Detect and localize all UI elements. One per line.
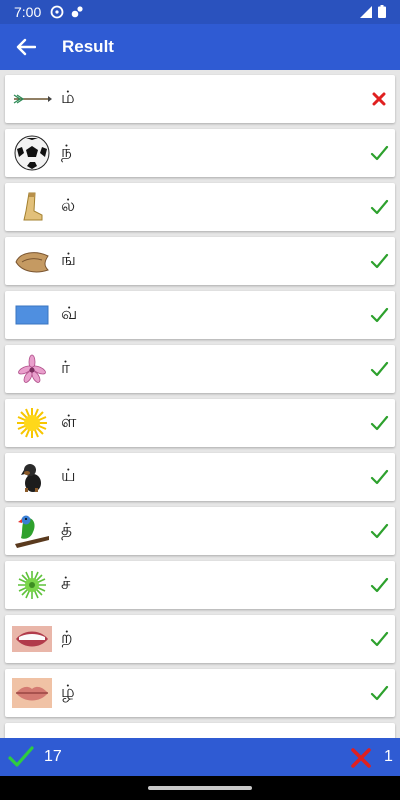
list-item: ழ் <box>5 669 395 717</box>
check-icon <box>370 523 389 539</box>
lips-icon <box>12 675 52 711</box>
letter-label: ற் <box>61 628 73 648</box>
home-gesture-handle[interactable] <box>148 786 252 790</box>
parrot-icon <box>12 513 52 549</box>
back-button[interactable] <box>12 34 40 60</box>
blue-rectangle-icon <box>12 297 52 333</box>
dog-icon <box>12 459 52 495</box>
check-icon <box>370 361 389 377</box>
list-item: ச் <box>5 561 395 609</box>
letter-label: ச் <box>61 574 71 594</box>
check-icon <box>370 307 389 323</box>
score-bar: 17 1 <box>0 738 400 776</box>
check-icon <box>8 746 34 767</box>
sun-icon <box>12 405 52 441</box>
wrong-count: 1 <box>384 748 393 765</box>
check-icon <box>370 415 389 431</box>
chat-icon <box>50 5 64 19</box>
teeth-icon <box>12 621 52 657</box>
list-item: த் <box>5 507 395 555</box>
check-icon <box>370 199 389 215</box>
lily-flower-icon <box>12 351 52 387</box>
system-nav-bar <box>0 776 400 800</box>
list-item: ற் <box>5 615 395 663</box>
cross-icon <box>351 748 371 768</box>
letter-label: ழ் <box>61 682 75 702</box>
letter-label: ந் <box>61 142 72 162</box>
arrow-icon <box>12 81 52 117</box>
list-item: ய் <box>5 453 395 501</box>
status-notification-icons <box>50 5 84 19</box>
letter-label: வ் <box>61 304 78 324</box>
page-title: Result <box>62 37 114 56</box>
correct-count: 17 <box>44 748 62 765</box>
list-item: ங் <box>5 237 395 285</box>
result-list[interactable]: ம் ந் ல் ங் வ் ர் ள் ய் த் ச் ற் ழ் <box>0 70 400 738</box>
letter-label: ர் <box>61 358 70 378</box>
list-item: ள் <box>5 399 395 447</box>
status-time: 7:00 <box>14 4 42 20</box>
check-icon <box>370 145 389 161</box>
status-bar: 7:00 <box>0 0 400 24</box>
list-item: ந் <box>5 129 395 177</box>
list-item: ம் <box>5 75 395 123</box>
check-icon <box>370 685 389 701</box>
green-flower-icon <box>12 567 52 603</box>
conch-icon <box>12 243 52 279</box>
letter-label: ள் <box>61 412 77 432</box>
list-item: ல் <box>5 183 395 231</box>
check-icon <box>370 577 389 593</box>
app-bar: Result <box>0 24 400 70</box>
arrow-back-icon <box>16 38 36 56</box>
list-item: வ் <box>5 291 395 339</box>
football-icon <box>12 135 52 171</box>
battery-icon <box>378 5 386 18</box>
signal-icon <box>360 5 372 18</box>
letter-label: ம் <box>61 88 75 108</box>
letter-label: ய் <box>61 466 76 486</box>
check-icon <box>370 469 389 485</box>
cross-icon <box>372 92 386 106</box>
check-icon <box>370 253 389 269</box>
boot-icon <box>12 189 52 225</box>
letter-label: ல் <box>61 196 76 216</box>
letter-label: ங் <box>61 250 76 270</box>
list-item: ர் <box>5 345 395 393</box>
letter-label: த் <box>61 520 73 540</box>
list-item-partial <box>5 723 395 738</box>
status-system-icons <box>360 5 386 18</box>
check-icon <box>370 631 389 647</box>
settings-sync-icon <box>71 6 83 18</box>
